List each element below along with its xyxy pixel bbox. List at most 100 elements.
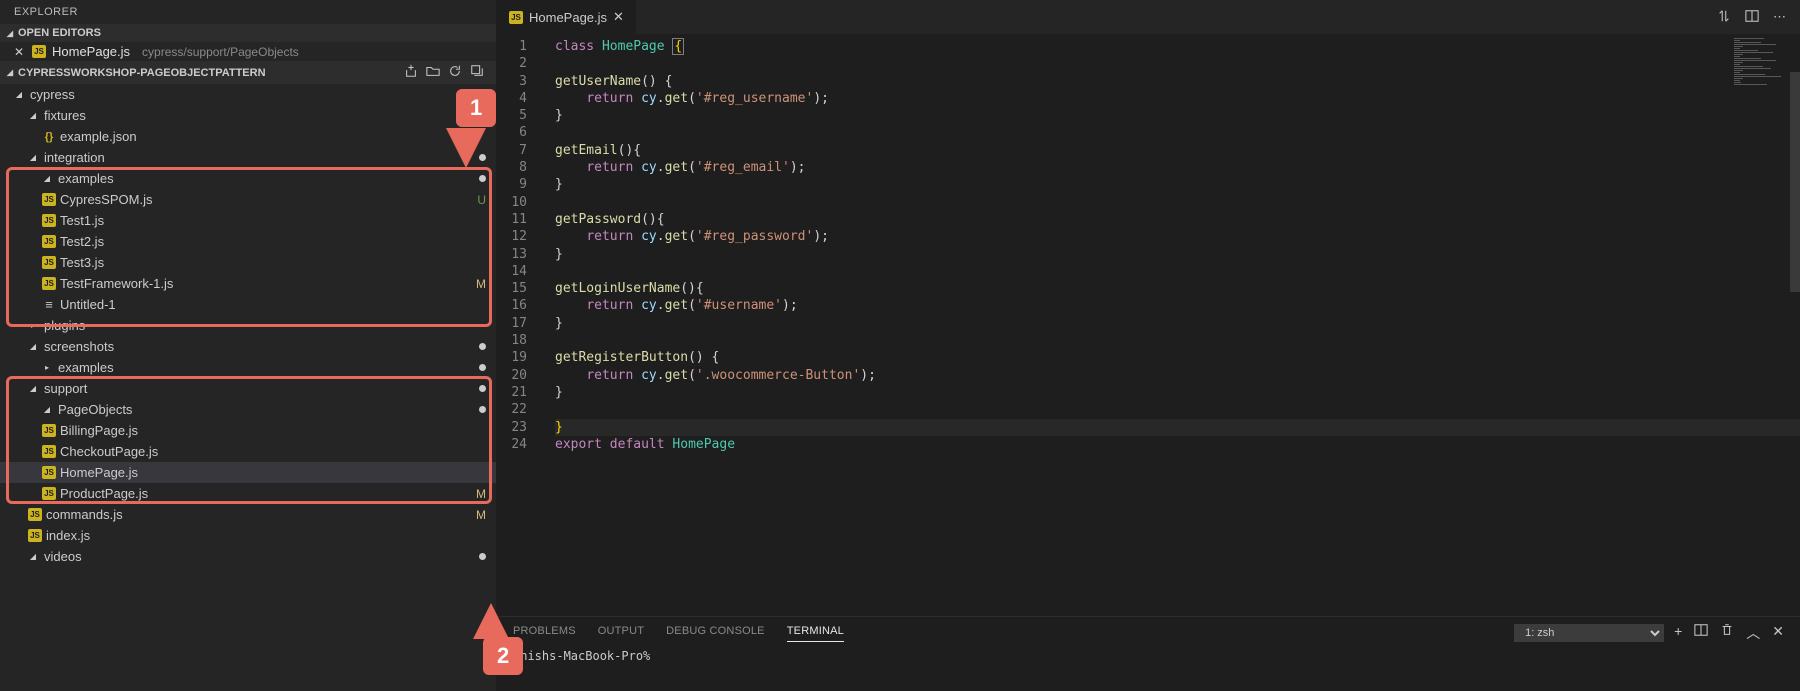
chevron-down-icon: ◢ [28, 384, 38, 393]
folder-support[interactable]: ◢support [0, 378, 496, 399]
text-file-icon: ≡ [42, 297, 56, 312]
git-status-modified: M [476, 277, 486, 291]
js-file-icon: JS [42, 256, 56, 269]
chevron-right-icon: ▸ [42, 363, 52, 372]
js-file-icon: JS [42, 466, 56, 479]
new-terminal-icon[interactable]: + [1674, 623, 1682, 643]
annotation-tail-1 [446, 128, 486, 168]
terminal-prompt: shishs-MacBook-Pro% [513, 649, 650, 663]
git-status-modified: M [476, 487, 486, 501]
new-file-icon[interactable] [404, 64, 418, 81]
split-editor-icon[interactable] [1745, 9, 1759, 26]
chevron-down-icon: ◢ [4, 29, 16, 38]
dirty-dot-icon [479, 343, 486, 350]
collapse-all-icon[interactable] [470, 64, 484, 81]
dirty-dot-icon [479, 364, 486, 371]
file-example-json[interactable]: {}example.json [0, 126, 496, 147]
js-file-icon: JS [42, 214, 56, 227]
js-file-icon: JS [28, 529, 42, 542]
file-product[interactable]: JSProductPage.jsM [0, 483, 496, 504]
annotation-badge-2: 2 [483, 637, 523, 675]
file-billing[interactable]: JSBillingPage.js [0, 420, 496, 441]
chevron-down-icon: ◢ [42, 405, 52, 414]
project-header[interactable]: ◢ CYPRESSWORKSHOP-PAGEOBJECTPATTERN [0, 61, 496, 84]
dirty-dot-icon [479, 553, 486, 560]
chevron-down-icon: ◢ [28, 111, 38, 120]
js-file-icon: JS [42, 235, 56, 248]
trash-icon[interactable] [1720, 623, 1734, 643]
compare-icon[interactable] [1717, 9, 1731, 26]
js-file-icon: JS [509, 11, 523, 24]
close-icon[interactable]: ✕ [613, 9, 624, 25]
file-test2[interactable]: JSTest2.js [0, 231, 496, 252]
dirty-dot-icon [479, 406, 486, 413]
file-test3[interactable]: JSTest3.js [0, 252, 496, 273]
bottom-panel: PROBLEMS OUTPUT DEBUG CONSOLE TERMINAL 1… [497, 616, 1800, 691]
tab-label: HomePage.js [529, 10, 607, 25]
folder-cypress[interactable]: ◢cypress [0, 84, 496, 105]
panel-tab-terminal[interactable]: TERMINAL [787, 625, 844, 642]
folder-examples[interactable]: ◢examples [0, 168, 496, 189]
file-cypresspom[interactable]: JSCypresSPOM.jsU [0, 189, 496, 210]
terminal-output[interactable]: shishs-MacBook-Pro% [497, 643, 1800, 669]
chevron-down-icon: ◢ [28, 552, 38, 561]
maximize-panel-icon[interactable]: ︿ [1746, 623, 1760, 643]
folder-integration[interactable]: ◢integration [0, 147, 496, 168]
js-file-icon: JS [42, 487, 56, 500]
folder-plugins[interactable]: ▸plugins [0, 315, 496, 336]
code-content[interactable]: class HomePage { getUserName() { return … [545, 34, 1800, 616]
json-file-icon: {} [42, 131, 56, 143]
chevron-down-icon: ◢ [28, 342, 38, 351]
file-untitled[interactable]: ≡Untitled-1 [0, 294, 496, 315]
folder-fixtures[interactable]: ◢fixtures [0, 105, 496, 126]
chevron-down-icon: ◢ [28, 153, 38, 162]
more-icon[interactable]: ⋯ [1773, 9, 1786, 26]
js-file-icon: JS [42, 445, 56, 458]
editor-actions: ⋯ [1717, 9, 1800, 26]
editor-area: JS HomePage.js ✕ ⋯ 123456789101112131415… [497, 0, 1800, 691]
tab-homepage[interactable]: JS HomePage.js ✕ [497, 0, 637, 34]
git-status-untracked: U [477, 193, 486, 207]
panel-tab-problems[interactable]: PROBLEMS [513, 625, 576, 641]
explorer-title: EXPLORER [0, 0, 496, 24]
file-index[interactable]: JSindex.js [0, 525, 496, 546]
annotation-badge-1: 1 [456, 89, 496, 127]
panel-tab-debug[interactable]: DEBUG CONSOLE [666, 625, 765, 641]
git-status-modified: M [476, 508, 486, 522]
dirty-dot-icon [479, 385, 486, 392]
explorer-sidebar: EXPLORER ◢ OPEN EDITORS ✕ JS HomePage.js… [0, 0, 497, 691]
folder-pageobjects[interactable]: ◢PageObjects [0, 399, 496, 420]
chevron-right-icon: ▸ [28, 321, 38, 330]
minimap[interactable] [1734, 38, 1794, 93]
open-editor-path: cypress/support/PageObjects [142, 45, 299, 59]
folder-examples-2[interactable]: ▸examples [0, 357, 496, 378]
js-file-icon: JS [42, 424, 56, 437]
line-gutter: 123456789101112131415161718192021222324 [497, 34, 545, 616]
project-name: CYPRESSWORKSHOP-PAGEOBJECTPATTERN [18, 67, 266, 79]
js-file-icon: JS [42, 193, 56, 206]
close-icon[interactable]: ✕ [14, 45, 26, 59]
split-terminal-icon[interactable] [1694, 623, 1708, 643]
file-checkout[interactable]: JSCheckoutPage.js [0, 441, 496, 462]
file-commands[interactable]: JScommands.jsM [0, 504, 496, 525]
file-test1[interactable]: JSTest1.js [0, 210, 496, 231]
open-editor-name: HomePage.js [52, 44, 130, 59]
file-homepage[interactable]: JSHomePage.js [0, 462, 496, 483]
chevron-down-icon: ◢ [14, 90, 24, 99]
tab-bar: JS HomePage.js ✕ ⋯ [497, 0, 1800, 34]
folder-screenshots[interactable]: ◢screenshots [0, 336, 496, 357]
open-editors-label: OPEN EDITORS [18, 27, 101, 39]
close-panel-icon[interactable]: ✕ [1772, 623, 1784, 643]
chevron-down-icon: ◢ [4, 68, 16, 77]
refresh-icon[interactable] [448, 64, 462, 81]
panel-tab-output[interactable]: OUTPUT [598, 625, 644, 641]
file-testframework[interactable]: JSTestFramework-1.jsM [0, 273, 496, 294]
new-folder-icon[interactable] [426, 64, 440, 81]
terminal-select[interactable]: 1: zsh [1514, 624, 1664, 642]
open-editors-header[interactable]: ◢ OPEN EDITORS [0, 24, 496, 42]
code-editor[interactable]: 123456789101112131415161718192021222324 … [497, 34, 1800, 616]
folder-videos[interactable]: ◢videos [0, 546, 496, 567]
js-file-icon: JS [28, 508, 42, 521]
open-editor-item[interactable]: ✕ JS HomePage.js cypress/support/PageObj… [0, 42, 496, 61]
scrollbar[interactable] [1790, 72, 1800, 292]
